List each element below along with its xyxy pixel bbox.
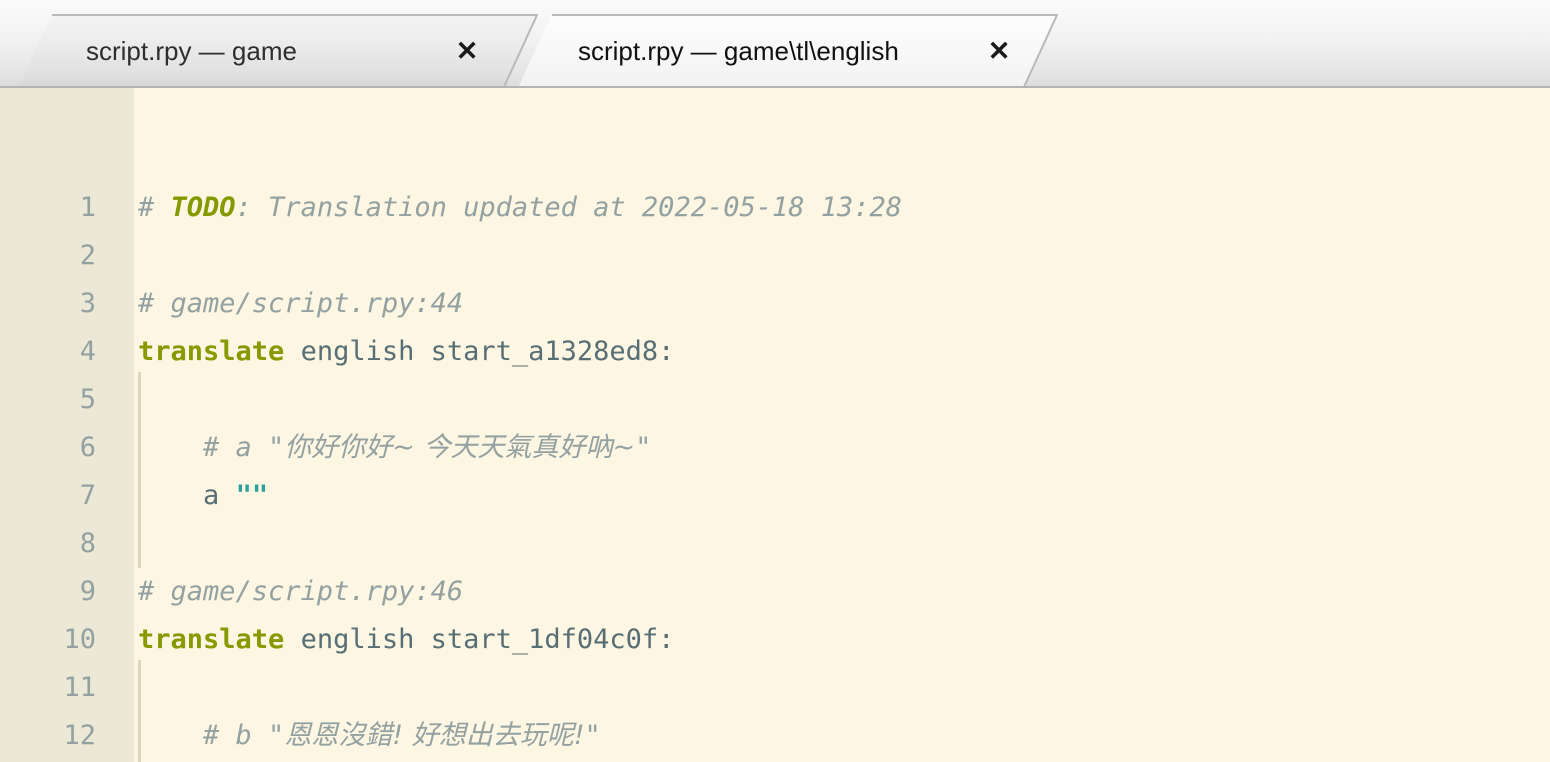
code-row[interactable]: # game/script.rpy:46 <box>134 568 1550 616</box>
code-line-4: translate english start_a1328ed8: <box>138 328 674 376</box>
plain-token: english start_a1328ed8: <box>284 336 675 367</box>
line-number: 1 <box>79 192 96 223</box>
gutter-row: 10 <box>0 616 134 664</box>
line-number: 9 <box>79 576 96 607</box>
code-row[interactable]: a "" <box>134 472 1550 520</box>
gutter-row: 1 <box>0 184 134 232</box>
code-row[interactable] <box>134 232 1550 280</box>
code-row[interactable] <box>134 376 1550 424</box>
code-row[interactable]: translate english start_1df04c0f: <box>134 616 1550 664</box>
comment-token: # b " <box>138 720 285 751</box>
code-line-1: # TODO: Translation updated at 2022-05-1… <box>138 184 902 232</box>
close-icon[interactable]: ✕ <box>450 34 484 68</box>
code-line-6: # a "你好你好~ 今天天氣真好吶~" <box>138 424 651 472</box>
code-row[interactable]: # TODO: Translation updated at 2022-05-1… <box>134 184 1550 232</box>
tab-strip: script.rpy — game ✕ script.rpy — game\tl… <box>0 0 1058 86</box>
code-line-10: translate english start_1df04c0f: <box>138 616 674 664</box>
gutter-row: 8 <box>0 520 134 568</box>
gutter-row: 2 <box>0 232 134 280</box>
code-row[interactable]: # a "你好你好~ 今天天氣真好吶~" <box>134 424 1550 472</box>
gutter-row: 6 <box>0 424 134 472</box>
code-area[interactable]: # TODO: Translation updated at 2022-05-1… <box>134 88 1550 762</box>
plain-token: english start_1df04c0f: <box>284 624 675 655</box>
tab-script-rpy-game-tl-english[interactable]: script.rpy — game\tl\english ✕ <box>518 14 1058 86</box>
close-icon[interactable]: ✕ <box>982 34 1016 68</box>
gutter-row: 12 <box>0 712 134 760</box>
line-number: 12 <box>63 720 96 751</box>
line-number: 6 <box>79 432 96 463</box>
gutter-row: 11 <box>0 664 134 712</box>
code-line-7: a "" <box>138 472 268 520</box>
keyword-token: translate <box>138 624 285 655</box>
comment-cjk-token: 你好你好~ 今天天氣真好吶~ <box>284 432 636 463</box>
gutter-row: 3 <box>0 280 134 328</box>
code-row[interactable]: translate english start_a1328ed8: <box>134 328 1550 376</box>
comment-token: " <box>635 432 652 463</box>
comment-token: # a " <box>138 432 285 463</box>
line-number: 4 <box>79 336 96 367</box>
line-number: 10 <box>63 624 96 655</box>
line-number-gutter: 1 2 3 4 5 6 7 8 9 10 11 12 13 14 <box>0 88 134 762</box>
code-line-12: # b "恩恩沒錯! 好想出去玩呢!" <box>138 712 601 760</box>
code-line-3: # game/script.rpy:44 <box>138 288 464 319</box>
line-number: 11 <box>63 672 96 703</box>
character-token: a <box>203 480 220 511</box>
tab-script-rpy-game[interactable]: script.rpy — game ✕ <box>18 14 538 86</box>
string-token: "" <box>235 480 269 511</box>
tab-label: script.rpy — game <box>86 35 297 66</box>
code-row[interactable]: # game/script.rpy:44 <box>134 280 1550 328</box>
line-number: 3 <box>79 288 96 319</box>
keyword-token: translate <box>138 336 285 367</box>
gutter-row: 7 <box>0 472 134 520</box>
code-row[interactable] <box>134 664 1550 712</box>
gutter-row: 5 <box>0 376 134 424</box>
comment-cjk-token: 恩恩沒錯! 好想出去玩呢! <box>284 720 585 751</box>
comment-token: # <box>138 192 171 223</box>
line-number: 2 <box>79 240 96 271</box>
code-editor[interactable]: 1 2 3 4 5 6 7 8 9 10 11 12 13 14 # TODO:… <box>0 88 1550 762</box>
comment-token: " <box>584 720 601 751</box>
line-number: 5 <box>79 384 96 415</box>
gutter-row: 4 <box>0 328 134 376</box>
gutter-row: 9 <box>0 568 134 616</box>
comment-token: : Translation updated at 2022-05-18 13:2… <box>235 192 903 223</box>
code-line-9: # game/script.rpy:46 <box>138 576 464 607</box>
todo-token: TODO <box>170 192 236 223</box>
line-number: 7 <box>79 480 96 511</box>
indent-token <box>138 480 203 511</box>
line-number: 8 <box>79 528 96 559</box>
code-row[interactable]: # b "恩恩沒錯! 好想出去玩呢!" <box>134 712 1550 760</box>
tab-label: script.rpy — game\tl\english <box>578 35 899 66</box>
tab-bar: script.rpy — game ✕ script.rpy — game\tl… <box>0 0 1550 88</box>
code-row[interactable] <box>134 520 1550 568</box>
